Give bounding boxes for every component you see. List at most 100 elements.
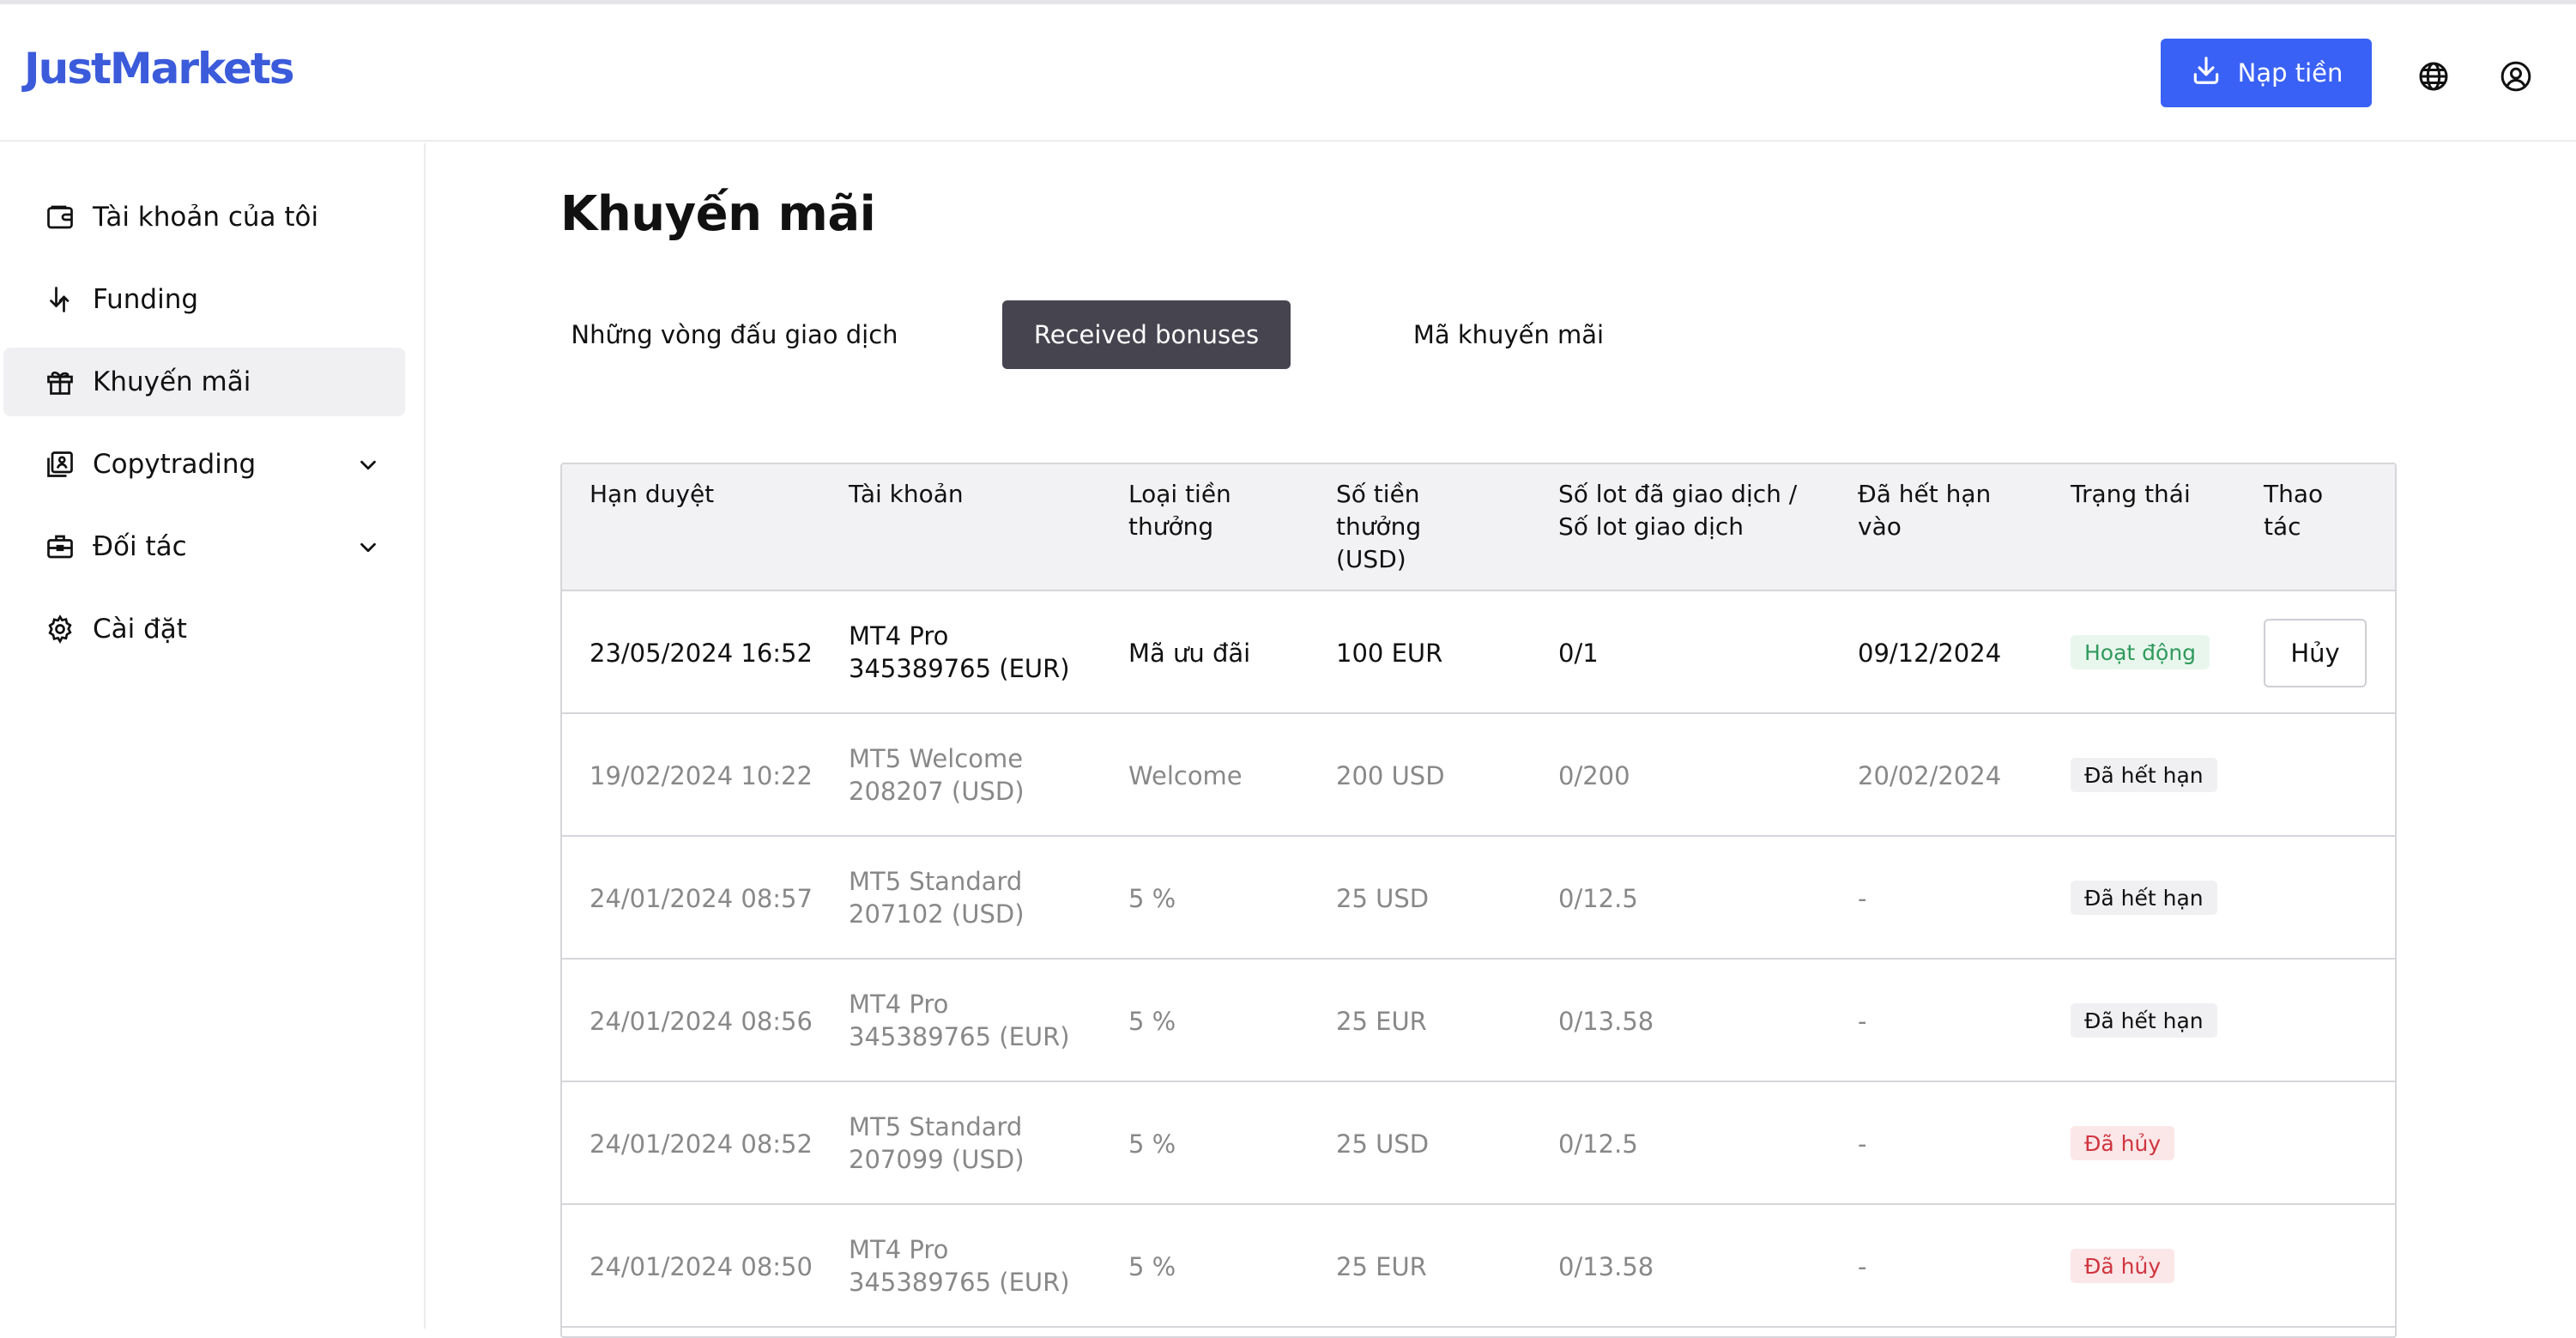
cell-amount: 200 USD [1336, 760, 1445, 790]
account-type: MT5 Standard [849, 867, 1023, 896]
account-type: MT4 Pro [849, 1235, 949, 1264]
tab-trading-rounds[interactable]: Những vòng đấu giao dịch [560, 300, 909, 369]
sidebar: Tài khoản của tôi Funding Khuyến mãi Cop… [0, 143, 426, 1329]
account-id: 208207 (USD) [849, 777, 1025, 806]
cell-date: 24/01/2024 08:52 [590, 1129, 813, 1159]
account-type: MT5 Welcome [849, 744, 1024, 773]
account-id: 207099 (USD) [849, 1145, 1025, 1174]
chevron-down-icon[interactable] [355, 452, 381, 478]
bonuses-table: Hạn duyệt Tài khoản Loại tiền thưởng Số … [560, 463, 2397, 1338]
cell-amount: 25 USD [1336, 1129, 1430, 1159]
table-row: 24/01/2024 08:57 MT5 Standard 207102 (US… [562, 837, 2395, 960]
copytrading-icon [45, 449, 76, 480]
briefcase-icon [45, 531, 76, 562]
tab-promo-codes[interactable]: Mã khuyến mãi [1380, 300, 1637, 369]
cell-account: MT5 Standard 207099 (USD) [849, 1111, 1025, 1176]
cell-lots: 0/200 [1558, 760, 1630, 790]
cell-bonus-type: 5 % [1128, 1006, 1176, 1036]
table-row: 19/02/2024 10:22 MT5 Welcome 208207 (USD… [562, 714, 2395, 837]
funding-arrows-icon [45, 284, 76, 315]
gear-icon [45, 614, 76, 645]
cell-date: 24/01/2024 08:50 [590, 1251, 813, 1281]
cell-lots: 0/1 [1558, 638, 1599, 668]
cell-lots: 0/12.5 [1558, 883, 1638, 913]
account-id: 345389765 (EUR) [849, 1268, 1070, 1297]
wallet-icon [45, 202, 76, 233]
column-header-account: Tài khoản [849, 480, 964, 508]
top-header: JustMarkets Nạp tiền [0, 4, 2576, 142]
chevron-down-icon[interactable] [355, 535, 381, 560]
cell-account: MT4 Pro 345389765 (EUR) [849, 620, 1070, 685]
cell-date: 24/01/2024 08:56 [590, 1006, 813, 1036]
cell-expires: 09/12/2024 [1858, 638, 2002, 668]
column-header-status: Trạng thái [2071, 480, 2191, 508]
sidebar-item-label: Funding [93, 284, 199, 315]
column-header-bonus-type: Loại tiền thưởng [1128, 480, 1231, 541]
cancel-bonus-button[interactable]: Hủy [2264, 619, 2367, 687]
account-type: MT5 Standard [849, 1112, 1023, 1141]
cell-expires: - [1858, 1006, 1867, 1036]
sidebar-item-label: Cài đặt [93, 614, 187, 645]
cell-bonus-type: Mã ưu đãi [1128, 638, 1251, 668]
cell-account: MT4 Pro 345389765 (EUR) [849, 988, 1070, 1053]
cell-account: MT5 Standard 207102 (USD) [849, 865, 1025, 930]
status-badge: Đã hủy [2071, 1249, 2175, 1283]
sidebar-item-copytrading[interactable]: Copytrading [3, 430, 405, 499]
cell-bonus-type: Welcome [1128, 760, 1243, 790]
brand-logo[interactable]: JustMarkets [24, 44, 294, 94]
cell-expires: - [1858, 1251, 1867, 1281]
column-header-bonus-amount: Số tiền thưởng (USD) [1336, 480, 1422, 573]
cell-date: 19/02/2024 10:22 [590, 760, 813, 790]
account-id: 345389765 (EUR) [849, 1022, 1070, 1051]
deposit-label: Nạp tiền [2237, 58, 2343, 88]
sidebar-item-partners[interactable]: Đối tác [3, 512, 405, 581]
status-badge: Đã hết hạn [2071, 1003, 2217, 1038]
cell-bonus-type: 5 % [1128, 1129, 1176, 1159]
sidebar-item-label: Copytrading [93, 449, 257, 480]
download-icon [2190, 54, 2222, 93]
cell-account: MT5 Welcome 208207 (USD) [849, 742, 1025, 808]
table-row: 23/05/2024 16:52 MT4 Pro 345389765 (EUR)… [562, 591, 2395, 714]
cell-amount: 25 EUR [1336, 1006, 1427, 1036]
status-badge: Đã hết hạn [2071, 758, 2217, 792]
sidebar-item-label: Đối tác [93, 531, 187, 562]
cell-amount: 25 USD [1336, 883, 1430, 913]
cell-amount: 25 EUR [1336, 1251, 1427, 1281]
column-header-expired-on: Đã hết hạn vào [1858, 480, 1992, 541]
cell-lots: 0/12.5 [1558, 1129, 1638, 1159]
cell-expires: - [1858, 883, 1867, 913]
cell-lots: 0/13.58 [1558, 1251, 1654, 1281]
cell-date: 23/05/2024 16:52 [590, 638, 813, 668]
account-id: 345389765 (EUR) [849, 654, 1070, 683]
status-badge: Hoạt động [2071, 635, 2210, 669]
cell-expires: 20/02/2024 [1858, 760, 2002, 790]
cell-date: 24/01/2024 08:57 [590, 883, 813, 913]
cell-bonus-type: 5 % [1128, 1251, 1176, 1281]
sidebar-item-funding[interactable]: Funding [3, 265, 405, 334]
account-type: MT4 Pro [849, 990, 949, 1019]
sidebar-item-promotions[interactable]: Khuyến mãi [3, 348, 405, 416]
cell-expires: - [1858, 1129, 1867, 1159]
deposit-button[interactable]: Nạp tiền [2161, 39, 2372, 107]
account-id: 207102 (USD) [849, 899, 1025, 929]
column-header-approval-date: Hạn duyệt [590, 480, 715, 508]
table-row: 24/01/2024 08:56 MT4 Pro 345389765 (EUR)… [562, 960, 2395, 1082]
gift-icon [45, 366, 76, 397]
sidebar-item-label: Tài khoản của tôi [93, 202, 319, 233]
cell-amount: 100 EUR [1336, 638, 1443, 668]
column-header-actions: Thao tác [2264, 480, 2324, 541]
globe-icon[interactable] [2416, 59, 2451, 94]
page-title: Khuyến mãi [560, 186, 876, 242]
cell-lots: 0/13.58 [1558, 1006, 1654, 1036]
tab-received-bonuses[interactable]: Received bonuses [1002, 300, 1291, 369]
table-row: 24/01/2024 08:50 MT4 Pro 345389765 (EUR)… [562, 1205, 2395, 1328]
sidebar-item-my-account[interactable]: Tài khoản của tôi [3, 183, 405, 251]
table-header: Hạn duyệt Tài khoản Loại tiền thưởng Số … [562, 464, 2395, 591]
table-row: 24/01/2024 08:52 MT5 Standard 207099 (US… [562, 1082, 2395, 1205]
cell-account: MT4 Pro 345389765 (EUR) [849, 1233, 1070, 1299]
user-icon[interactable] [2499, 59, 2533, 94]
sidebar-item-settings[interactable]: Cài đặt [3, 595, 405, 663]
sidebar-item-label: Khuyến mãi [93, 366, 251, 397]
cell-bonus-type: 5 % [1128, 883, 1176, 913]
account-type: MT4 Pro [849, 621, 949, 651]
